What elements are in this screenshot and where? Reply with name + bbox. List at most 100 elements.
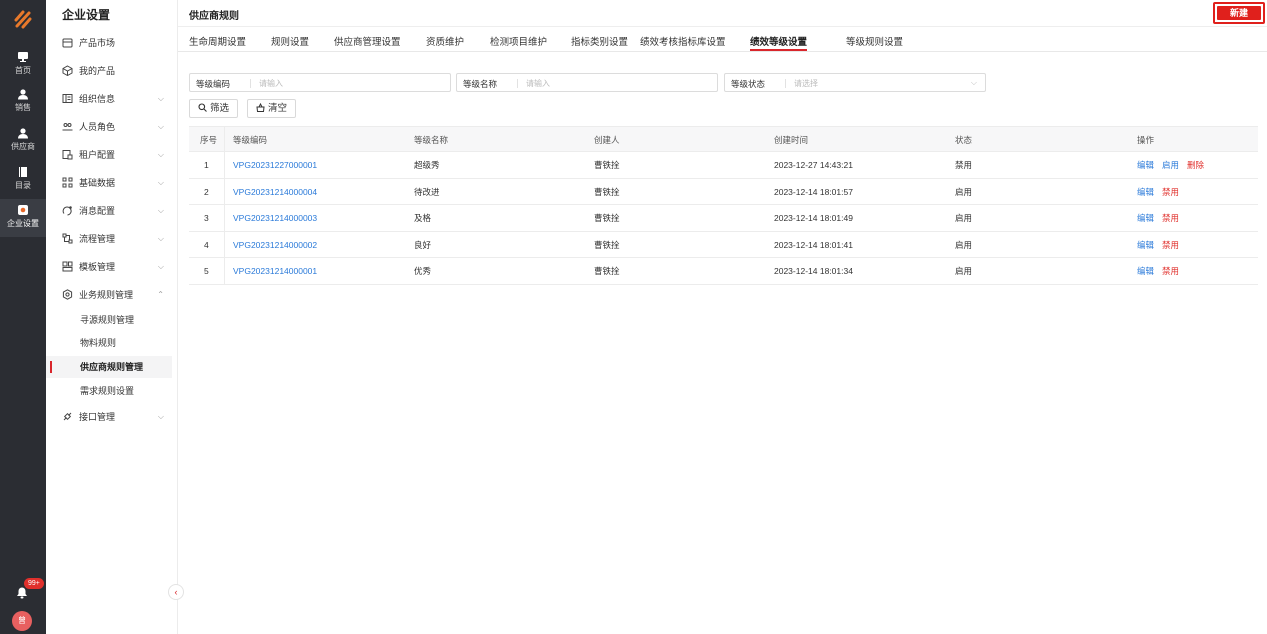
sidebar-title: 企业设置 — [62, 8, 111, 22]
sidebar-item-flow-management[interactable]: 流程管理 ⌵ — [46, 228, 178, 250]
grade-name-input[interactable]: 请输入 — [526, 78, 550, 89]
cell-code-link[interactable]: VPG20231214000003 — [233, 205, 317, 231]
sidebar-item-roles[interactable]: 人员角色 ⌵ — [46, 116, 178, 138]
cell-status: 启用 — [955, 266, 973, 276]
rail-item-sales[interactable]: 销售 — [0, 85, 46, 115]
sidebar-item-product-market[interactable]: 产品市场 — [46, 32, 178, 54]
cell-actions: 编辑 禁用 — [1137, 258, 1187, 284]
disable-link[interactable]: 禁用 — [1162, 240, 1179, 250]
people-icon — [62, 123, 73, 131]
store-icon — [62, 38, 73, 48]
cell-created: 2023-12-14 18:01:57 — [774, 186, 853, 197]
template-icon — [62, 261, 73, 272]
filter-button[interactable]: 筛选 — [189, 99, 239, 118]
sidebar-item-my-products[interactable]: 我的产品 — [46, 60, 178, 82]
table-row: 3 VPG20231214000003 及格 曹铁拴 2023-12-14 18… — [189, 205, 1258, 232]
column-divider — [224, 231, 225, 257]
disable-link[interactable]: 禁用 — [1162, 213, 1179, 223]
edit-link[interactable]: 编辑 — [1137, 266, 1154, 276]
cell-name: 及格 — [414, 213, 432, 223]
cell-index: 2 — [204, 186, 209, 197]
edit-link[interactable]: 编辑 — [1137, 187, 1154, 197]
sidebar-sub-demand-rules[interactable]: 需求规则设置 — [46, 380, 172, 402]
disable-link[interactable]: 禁用 — [1162, 187, 1179, 197]
sidebar-item-api-management[interactable]: 接口管理 ⌵ — [46, 406, 178, 428]
cell-code-link[interactable]: VPG20231214000004 — [233, 179, 317, 205]
grade-code-input[interactable]: 请输入 — [259, 78, 283, 89]
sidebar: 企业设置 产品市场 我的产品 组织信息 ⌵ 人员角色 ⌵ 租户配置 ⌵ 基础数据 ⌵ 消… — [46, 0, 178, 634]
tab-qualification[interactable]: 资质维护 — [426, 34, 464, 48]
enable-link[interactable]: 启用 — [1162, 160, 1179, 170]
rail-item-enterprise-settings[interactable]: 企业设置 — [0, 199, 46, 237]
rail-item-catalog[interactable]: 目录 — [0, 163, 46, 193]
sidebar-item-org-info[interactable]: 组织信息 ⌵ — [46, 88, 178, 110]
tab-rule-settings[interactable]: 规则设置 — [271, 34, 309, 48]
cell-created: 2023-12-14 18:01:41 — [774, 239, 853, 250]
sidebar-item-template-management[interactable]: 模板管理 ⌵ — [46, 256, 178, 278]
flow-icon — [62, 233, 73, 244]
filter-separator — [517, 79, 518, 88]
chevron-down-icon: ⌵ — [157, 150, 164, 159]
cell-creator: 曹铁拴 — [594, 186, 620, 197]
rail-item-label: 首页 — [15, 66, 31, 75]
edit-link[interactable]: 编辑 — [1137, 240, 1154, 250]
table-header: 序号 等级编码 等级名称 创建人 创建时间 状态 操作 — [189, 126, 1258, 152]
app-rail: 首页 销售 供应商 目录 企业设置 99+ 曾 — [0, 0, 46, 634]
column-divider — [224, 127, 225, 151]
sidebar-item-base-data[interactable]: 基础数据 ⌵ — [46, 172, 178, 194]
delete-link[interactable]: 删除 — [1187, 160, 1204, 170]
cell-code-link[interactable]: VPG20231214000002 — [233, 232, 317, 258]
message-icon — [62, 206, 72, 216]
sidebar-item-label: 消息配置 — [79, 206, 116, 216]
tab-grade-rules[interactable]: 等级规则设置 — [846, 34, 903, 48]
filter-grade-code[interactable]: 等级编码 请输入 — [189, 73, 451, 92]
grade-table: 序号 等级编码 等级名称 创建人 创建时间 状态 操作 1 VPG2023122… — [189, 126, 1258, 285]
cell-actions: 编辑 禁用 — [1137, 179, 1187, 205]
sidebar-item-business-rules[interactable]: 业务规则管理 ⌃ — [46, 284, 178, 306]
rail-item-home[interactable]: 首页 — [0, 48, 46, 78]
filter-grade-status[interactable]: 等级状态 请选择 ⌵ — [724, 73, 986, 92]
tab-performance-grade[interactable]: 绩效等级设置 — [750, 34, 808, 51]
search-icon — [198, 103, 207, 112]
cell-actions: 编辑 禁用 — [1137, 205, 1187, 231]
app-logo-icon[interactable] — [10, 6, 36, 32]
filter-grade-name[interactable]: 等级名称 请输入 — [456, 73, 718, 92]
filter-separator — [250, 79, 251, 88]
tab-inspection-items[interactable]: 检测项目维护 — [490, 34, 547, 48]
sidebar-item-label: 接口管理 — [79, 412, 116, 422]
broom-icon — [256, 103, 265, 112]
disable-link[interactable]: 禁用 — [1162, 266, 1179, 276]
rail-item-supplier[interactable]: 供应商 — [0, 124, 46, 154]
sidebar-sub-material-rules[interactable]: 物料规则 — [46, 332, 172, 354]
sidebar-item-tenant-config[interactable]: 租户配置 ⌵ — [46, 144, 178, 166]
tab-kpi-library[interactable]: 绩效考核指标库设置 — [640, 34, 726, 48]
chevron-down-icon: ⌵ — [157, 234, 164, 243]
column-divider — [224, 178, 225, 204]
chevron-down-icon: ⌵ — [157, 206, 164, 215]
cell-index: 4 — [204, 239, 209, 250]
new-button[interactable]: 新建 — [1213, 2, 1265, 24]
sidebar-sub-supplier-rules[interactable]: 供应商规则管理 — [46, 356, 172, 378]
cell-created: 2023-12-14 18:01:49 — [774, 213, 853, 223]
cell-creator: 曹铁拴 — [594, 213, 620, 223]
sidebar-item-message-config[interactable]: 消息配置 ⌵ — [46, 200, 178, 222]
tab-supplier-management[interactable]: 供应商管理设置 — [334, 34, 401, 48]
avatar[interactable]: 曾 — [12, 611, 32, 631]
chevron-down-icon: ⌵ — [970, 78, 977, 87]
edit-link[interactable]: 编辑 — [1137, 213, 1154, 223]
tab-lifecycle[interactable]: 生命周期设置 — [189, 34, 246, 48]
table-row: 5 VPG20231214000001 优秀 曹铁拴 2023-12-14 18… — [189, 258, 1258, 285]
cell-code-link[interactable]: VPG20231214000001 — [233, 258, 317, 284]
sidebar-item-label: 流程管理 — [79, 234, 116, 244]
clear-button[interactable]: 清空 — [247, 99, 297, 118]
cell-code-link[interactable]: VPG20231227000001 — [233, 152, 317, 178]
col-header-code: 等级编码 — [233, 135, 268, 145]
col-header-name: 等级名称 — [414, 135, 449, 145]
cell-created: 2023-12-27 14:43:21 — [774, 160, 853, 170]
edit-link[interactable]: 编辑 — [1137, 160, 1154, 170]
tab-indicator-category[interactable]: 指标类别设置 — [571, 34, 628, 48]
filter-label: 等级编码 — [196, 79, 231, 89]
grade-status-select[interactable]: 请选择 — [794, 78, 818, 89]
sidebar-sub-sourcing-rules[interactable]: 寻源规则管理 — [46, 309, 172, 331]
filter-separator — [785, 79, 786, 88]
